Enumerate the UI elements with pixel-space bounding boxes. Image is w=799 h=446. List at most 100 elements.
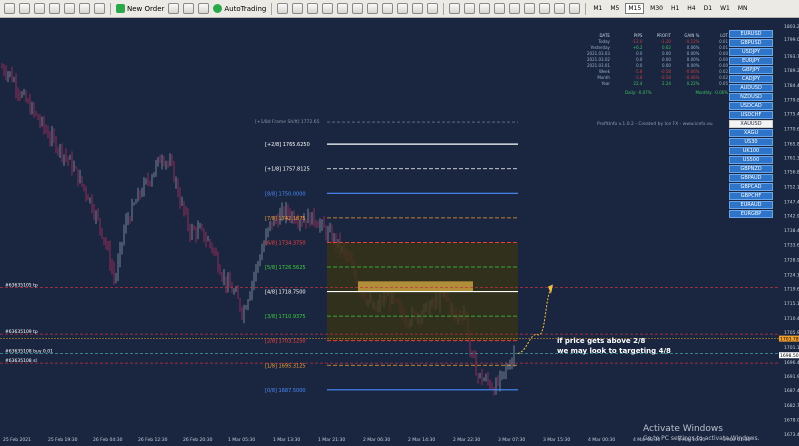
- symbol-button-eurusd[interactable]: EURUSD: [729, 30, 773, 38]
- annotation-line-2: we may look to targeting 4/8: [557, 347, 671, 355]
- symbol-button-gbpchf[interactable]: GBPCHF: [729, 192, 773, 200]
- new-order-icon: [116, 4, 125, 13]
- zoom-out-icon[interactable]: [337, 3, 349, 14]
- candlestick-icon[interactable]: [292, 3, 304, 14]
- symbol-button-xagu[interactable]: XAGU: [729, 129, 773, 137]
- profit-info-table: DATE PIPS PROFIT GAIN % LOT Today -12.0 -1…: [570, 33, 728, 95]
- navigator-icon[interactable]: [64, 3, 75, 14]
- new-order-button[interactable]: New Order: [116, 4, 164, 13]
- profit-info-cell: 22.4: [633, 81, 643, 86]
- symbol-button-usdchf[interactable]: USDCHF: [729, 111, 773, 119]
- cursor-icon[interactable]: [449, 3, 461, 14]
- terminal-icon[interactable]: [79, 3, 90, 14]
- templates-icon[interactable]: [427, 3, 439, 14]
- symbol-button-gbpcad[interactable]: GBPCAD: [729, 183, 773, 191]
- price-tick-label: 1784.45: [784, 83, 799, 89]
- symbol-button-usdcad[interactable]: USDCAD: [729, 102, 773, 110]
- price-tick-label: 1742.90: [784, 214, 799, 220]
- profit-info-cell: 2.24: [662, 81, 671, 86]
- price-tick-label: 1724.15: [784, 273, 799, 279]
- line-chart-icon[interactable]: [307, 3, 319, 14]
- data-window-icon[interactable]: [49, 3, 60, 14]
- chart-shift-icon[interactable]: [367, 3, 379, 14]
- trade-annotation: if price gets above 2/8 we may look to t…: [557, 336, 671, 356]
- new-chart-icon[interactable]: [4, 3, 15, 14]
- current-price-tag-label: 1703.78: [780, 337, 799, 343]
- price-tick-label: 1673.45: [784, 432, 799, 438]
- symbol-button-gbpjpy[interactable]: GBPJPY: [729, 66, 773, 74]
- price-tick-label: 1696.40: [784, 360, 799, 366]
- price-tick-label: 1747.40: [784, 199, 799, 205]
- trendline-icon[interactable]: [509, 3, 521, 14]
- symbol-button-gbpusd[interactable]: GBPUSD: [729, 39, 773, 47]
- murrey-level-label: [0/8] 1687.5000: [265, 388, 306, 394]
- symbol-button-us500[interactable]: US500: [729, 156, 773, 164]
- symbol-button-gbpnzd[interactable]: GBPNZD: [729, 165, 773, 173]
- symbol-button-nzdusd[interactable]: NZDUSD: [729, 93, 773, 101]
- options-icon[interactable]: [183, 3, 195, 14]
- zoom-in-icon[interactable]: [322, 3, 334, 14]
- timeframe-mn[interactable]: MN: [736, 4, 750, 13]
- timeframe-m1[interactable]: M1: [591, 4, 604, 13]
- indicators-icon[interactable]: [397, 3, 409, 14]
- crosshair-icon[interactable]: [464, 3, 476, 14]
- symbol-button-us30[interactable]: US30: [729, 138, 773, 146]
- price-tick-label: 1701.15: [784, 345, 799, 351]
- text-icon[interactable]: [554, 3, 566, 14]
- toolbar-divider: [585, 2, 587, 15]
- symbol-button-xauusd[interactable]: XAUUSD: [729, 120, 773, 128]
- symbol-button-uk100[interactable]: UK100: [729, 147, 773, 155]
- price-tick-label: 1779.85: [784, 97, 799, 103]
- symbol-button-euraud[interactable]: EURAUD: [729, 201, 773, 209]
- fibonacci-icon[interactable]: [539, 3, 551, 14]
- horizontal-line-icon[interactable]: [494, 3, 506, 14]
- price-tick-label: 1789.20: [784, 68, 799, 74]
- price-tick-label: 1678.00: [784, 418, 799, 424]
- murrey-level-label: [7/8] 1742.1875: [265, 216, 306, 222]
- timeframe-d1[interactable]: D1: [702, 4, 714, 13]
- time-tick-label: 26 Feb 20:30: [183, 437, 213, 443]
- price-tick-label: 1738.40: [784, 228, 799, 234]
- market-watch-icon[interactable]: [34, 3, 45, 14]
- history-icon[interactable]: [198, 3, 210, 14]
- bar-chart-icon[interactable]: [277, 3, 289, 14]
- murrey-level-label: [1/8] 1695.3125: [265, 363, 306, 369]
- strategy-tester-icon[interactable]: [94, 3, 105, 14]
- timeframe-w1[interactable]: W1: [718, 4, 732, 13]
- meta-editor-icon[interactable]: [168, 3, 180, 14]
- symbol-button-gbpaud[interactable]: GBPAUD: [729, 174, 773, 182]
- murrey-level-label: [6/8] 1734.3750: [265, 240, 306, 246]
- price-tick-label: 1770.60: [784, 127, 799, 133]
- timeframe-m5[interactable]: M5: [608, 4, 621, 13]
- monthly-gain: Monthly: -0.06%: [695, 90, 729, 95]
- symbol-list: EURUSD GBPUSD USDJPY EURJPY GBPJPY CADJPY AUDU…: [729, 30, 773, 219]
- arrow-icon[interactable]: [569, 3, 581, 14]
- price-tick-label: 1752.10: [784, 185, 799, 191]
- murrey-level-label: [+1/8] 1757.8125: [265, 167, 310, 173]
- tile-windows-icon[interactable]: [352, 3, 364, 14]
- murrey-level-label: [3/8] 1710.9375: [265, 314, 306, 320]
- autoscroll-icon[interactable]: [382, 3, 394, 14]
- symbol-button-eurgbp[interactable]: EURGBP: [729, 210, 773, 218]
- profit-info-cell: Year: [601, 81, 610, 86]
- timeframe-h4[interactable]: H4: [685, 4, 697, 13]
- timeframe-m30[interactable]: M30: [648, 4, 665, 13]
- symbol-button-usdjpy[interactable]: USDJPY: [729, 48, 773, 56]
- symbol-button-audusd[interactable]: AUDUSD: [729, 84, 773, 92]
- timeframe-h1[interactable]: H1: [669, 4, 681, 13]
- watermark-title: Activate Windows: [643, 424, 723, 434]
- timeframe-m15[interactable]: M15: [625, 3, 645, 14]
- watermark-subtitle: Go to PC settings to activate Windows.: [643, 435, 760, 442]
- time-tick-label: 1 Mar 05:30: [228, 437, 255, 443]
- channel-icon[interactable]: [524, 3, 536, 14]
- price-tick-label: 1775.40: [784, 111, 799, 117]
- periods-icon[interactable]: [412, 3, 424, 14]
- vertical-line-icon[interactable]: [479, 3, 491, 14]
- time-tick-label: 3 Mar 07:30: [498, 437, 525, 443]
- profiles-icon[interactable]: [19, 3, 30, 14]
- symbol-button-eurjpy[interactable]: EURJPY: [729, 57, 773, 65]
- autotrading-button[interactable]: AutoTrading: [213, 4, 266, 13]
- symbol-button-cadjpy[interactable]: CADJPY: [729, 75, 773, 83]
- murrey-level-label: [2/8] 1703.1250: [265, 339, 306, 345]
- toolbar-divider: [443, 2, 445, 15]
